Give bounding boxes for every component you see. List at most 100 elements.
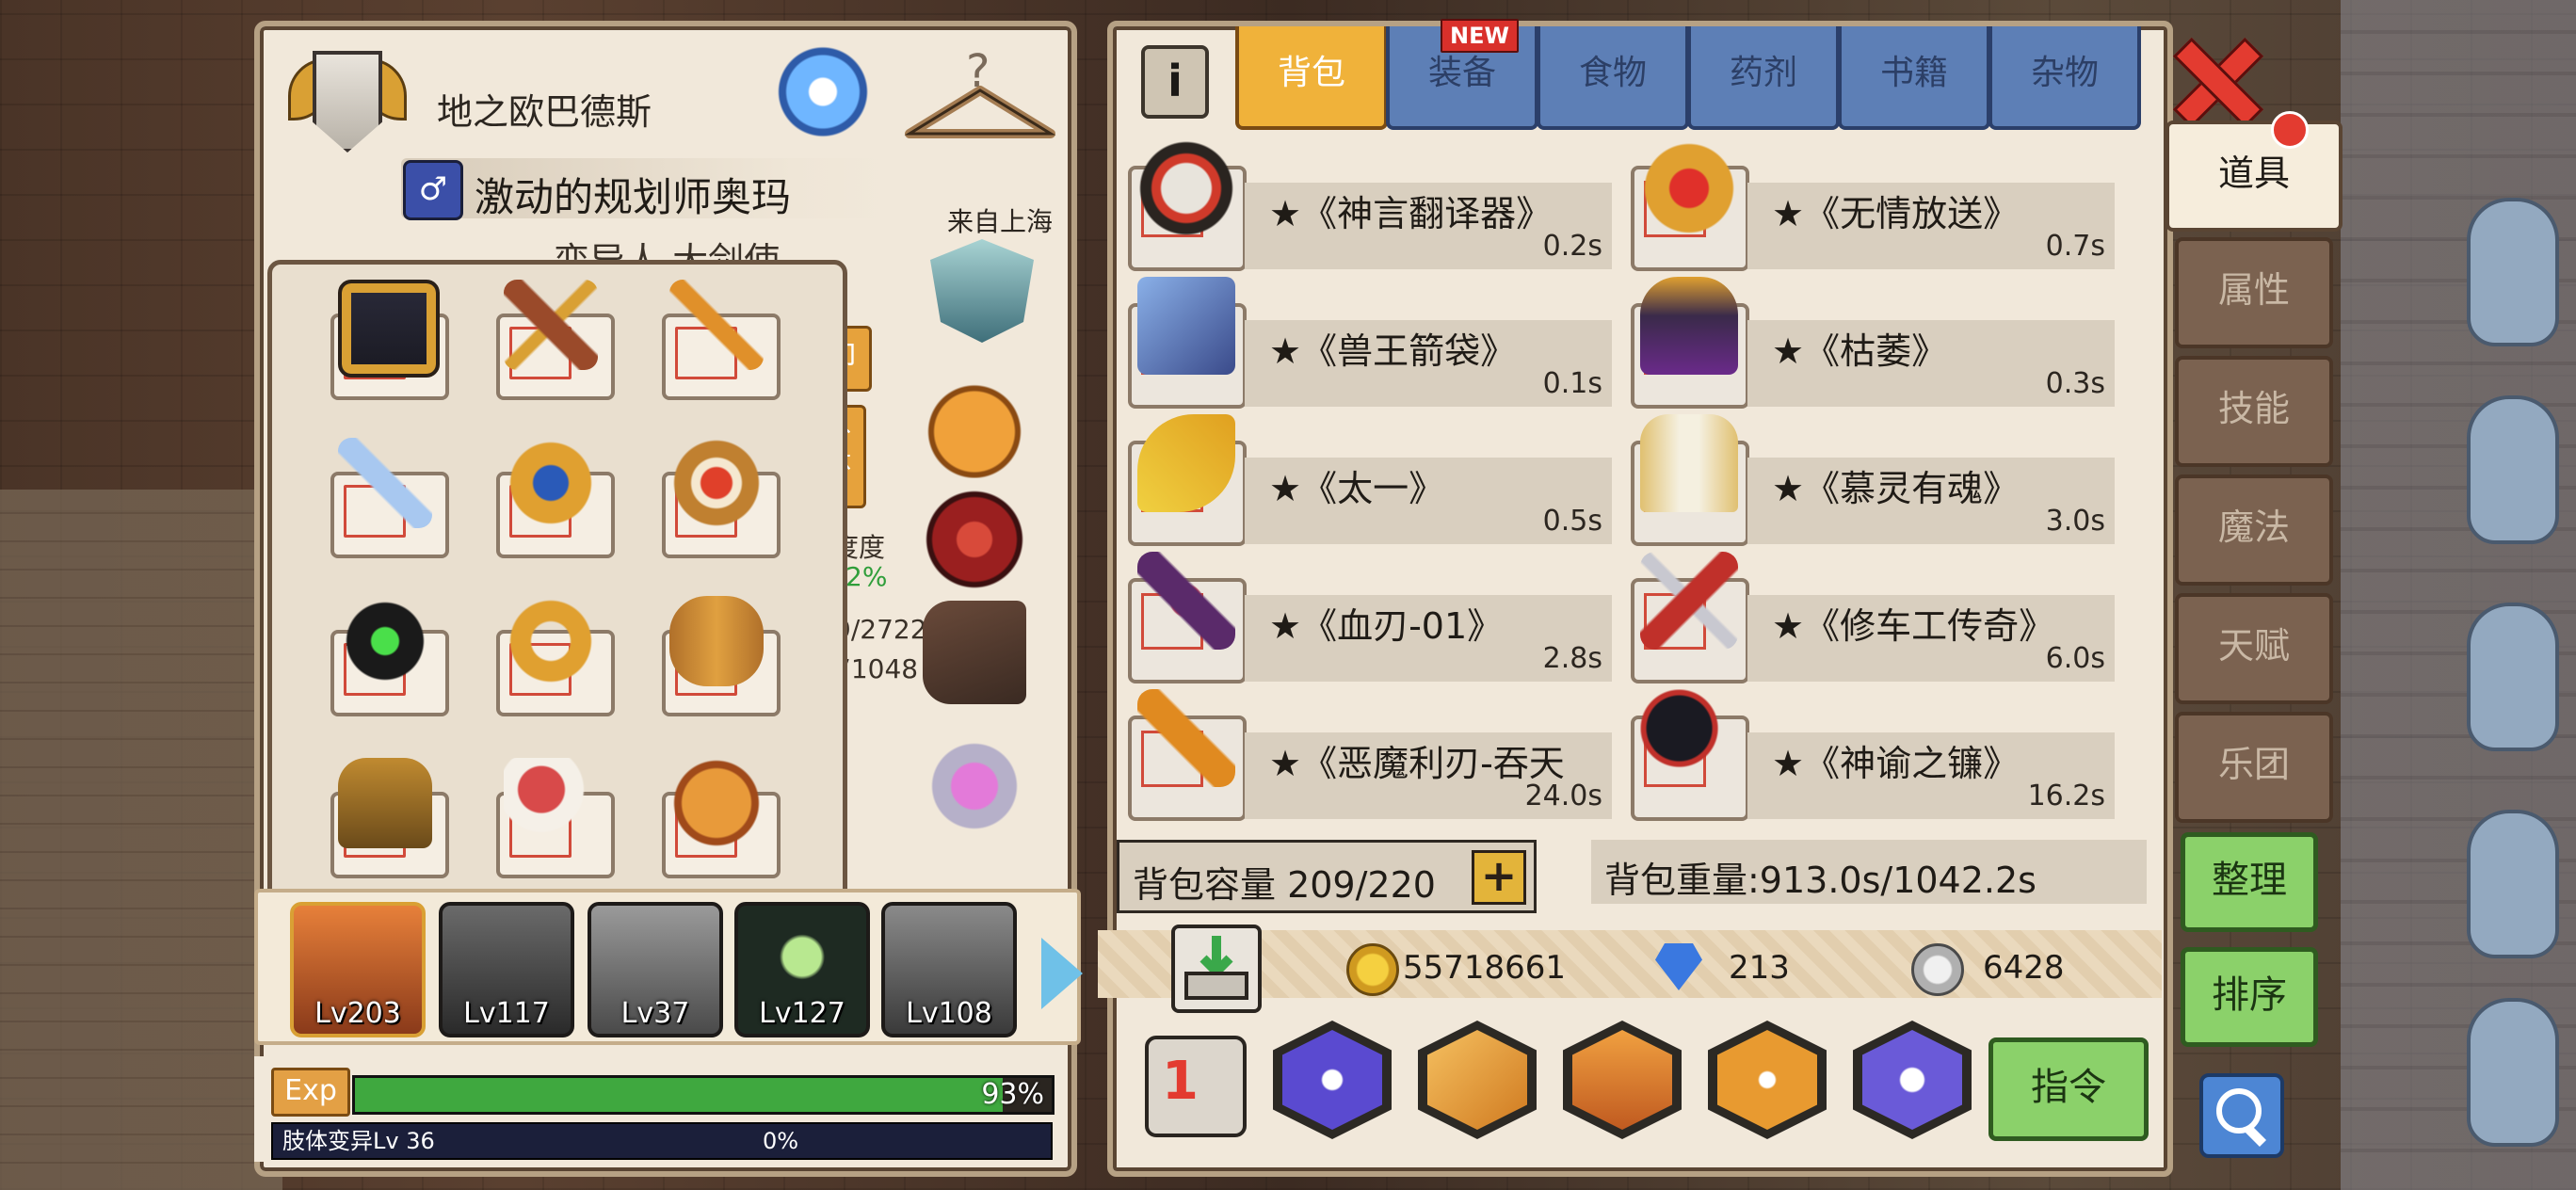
skill-set-selector[interactable]: 1 bbox=[1145, 1036, 1247, 1137]
new-badge: NEW bbox=[1441, 19, 1519, 53]
tab-books[interactable]: 书籍 bbox=[1838, 26, 1990, 130]
shield-gem-icon[interactable] bbox=[930, 239, 1034, 343]
inventory-item[interactable]: ★《无情放送》 0.7s bbox=[1631, 139, 2120, 277]
expand-bag-button[interactable]: + bbox=[1472, 850, 1526, 905]
equip-slot-beast-pet[interactable] bbox=[656, 758, 781, 878]
tab-backpack[interactable]: 背包 bbox=[1235, 26, 1388, 130]
equip-slot-gold-ring[interactable] bbox=[491, 596, 615, 716]
inventory-item[interactable]: ★《神谕之镰》 16.2s bbox=[1631, 689, 2120, 827]
pumpkin-icon[interactable] bbox=[923, 375, 1026, 478]
member-level: Lv108 bbox=[906, 997, 992, 1030]
inventory-item[interactable]: ★《兽王箭袋》 0.1s bbox=[1128, 277, 1618, 414]
silver-coin-icon bbox=[1911, 943, 1964, 996]
equip-slot-bronze-cuff[interactable] bbox=[656, 596, 781, 716]
menu-talents[interactable]: 天赋 bbox=[2175, 593, 2333, 704]
tree-decoration bbox=[2467, 198, 2559, 346]
item-weight: 0.7s bbox=[2045, 230, 2105, 263]
menu-items[interactable]: 道具 bbox=[2165, 121, 2343, 232]
boots-icon[interactable] bbox=[923, 601, 1026, 704]
exp-percent: 93% bbox=[981, 1078, 1044, 1111]
party-member-5[interactable]: Lv108 bbox=[881, 902, 1017, 1037]
skill-pillar-icon[interactable] bbox=[1563, 1021, 1682, 1139]
member-level: Lv37 bbox=[620, 997, 690, 1030]
search-icon[interactable] bbox=[2199, 1073, 2284, 1158]
item-weight: 0.1s bbox=[1542, 367, 1602, 400]
party-member-3[interactable]: Lv37 bbox=[588, 902, 723, 1037]
skill-orb-icon[interactable] bbox=[1853, 1021, 1972, 1139]
organize-button[interactable]: 整理 bbox=[2181, 832, 2318, 932]
item-list: ★《神言翻译器》 0.2s ★《无情放送》 0.7s ★《兽王箭袋》 0.1s … bbox=[1128, 139, 2145, 836]
bag-weight-box: 背包重量:913.0s/1042.2s bbox=[1591, 840, 2147, 904]
menu-attributes[interactable]: 属性 bbox=[2175, 237, 2333, 348]
item-name: ★《修车工传奇》 bbox=[1772, 605, 2055, 647]
player-title: 地之欧巴德斯 bbox=[437, 91, 652, 133]
red-armor-icon[interactable] bbox=[923, 488, 1026, 591]
heart-gem-icon[interactable] bbox=[923, 734, 1026, 838]
skill-shuriken-icon[interactable] bbox=[1708, 1021, 1827, 1139]
equip-slot-chain-helm[interactable] bbox=[325, 758, 449, 878]
inventory-item[interactable]: ★《太一》 0.5s bbox=[1128, 414, 1618, 552]
inventory-item[interactable]: ★《恶魔利刃-吞天 24.0s bbox=[1128, 689, 1618, 827]
menu-skills[interactable]: 技能 bbox=[2175, 356, 2333, 467]
tree-decoration bbox=[2467, 395, 2559, 544]
party-member-2[interactable]: Lv117 bbox=[439, 902, 574, 1037]
bag-weight: 背包重量:913.0s/1042.2s bbox=[1604, 860, 2037, 901]
storage-box-icon[interactable] bbox=[1171, 925, 1262, 1013]
notification-dot bbox=[2271, 111, 2309, 149]
inventory-item[interactable]: ★《修车工传奇》 6.0s bbox=[1631, 552, 2120, 689]
item-name: ★《神言翻译器》 bbox=[1269, 193, 1553, 234]
next-party-arrow-icon[interactable] bbox=[1041, 938, 1083, 1009]
equip-slot-chest-armor[interactable] bbox=[325, 280, 449, 400]
equip-slot-spear[interactable] bbox=[656, 280, 781, 400]
inventory-item[interactable]: ★《枯萎》 0.3s bbox=[1631, 277, 2120, 414]
inventory-item[interactable]: ★《慕灵有魂》 3.0s bbox=[1631, 414, 2120, 552]
gold-coin-icon bbox=[1346, 943, 1399, 996]
menu-band[interactable]: 乐团 bbox=[2175, 712, 2333, 823]
close-icon[interactable] bbox=[2171, 38, 2256, 122]
equip-slot-ice-axe[interactable] bbox=[325, 438, 449, 558]
member-level: Lv127 bbox=[759, 997, 845, 1030]
item-weight: 0.2s bbox=[1542, 230, 1602, 263]
tab-food[interactable]: 食物 bbox=[1537, 26, 1689, 130]
item-name: ★《恶魔利刃-吞天 bbox=[1269, 743, 1565, 784]
info-button[interactable]: i bbox=[1141, 45, 1209, 119]
item-weight: 24.0s bbox=[1524, 780, 1602, 812]
inventory-item[interactable]: ★《神言翻译器》 0.2s bbox=[1128, 139, 1618, 277]
equip-slot-sapphire-ring[interactable] bbox=[491, 438, 615, 558]
origin-label: 来自上海 bbox=[947, 206, 1054, 237]
exp-bar-fill bbox=[355, 1078, 1004, 1112]
item-weight: 0.5s bbox=[1542, 505, 1602, 538]
sort-button[interactable]: 排序 bbox=[2181, 947, 2318, 1047]
mutation-bar: 肢体变异Lv 36 0% bbox=[271, 1122, 1053, 1160]
stat-percent: 2% bbox=[845, 561, 888, 592]
item-name: ★《兽王箭袋》 bbox=[1269, 330, 1517, 372]
skill-slash-icon[interactable] bbox=[1418, 1021, 1537, 1139]
crystal-orb-icon[interactable] bbox=[776, 45, 870, 149]
inventory-panel: i 背包 装备 食物 药剂 书籍 杂物 NEW ★《神言翻译器》 0.2s ★《… bbox=[1107, 19, 2173, 1177]
equip-slot-emerald-band[interactable] bbox=[325, 596, 449, 716]
item-weight: 3.0s bbox=[2045, 505, 2105, 538]
tree-decoration bbox=[2467, 998, 2559, 1147]
diamond-icon bbox=[1655, 943, 1702, 990]
skill-set-number: 1 bbox=[1162, 1051, 1199, 1112]
item-weight: 0.3s bbox=[2045, 367, 2105, 400]
tab-potions[interactable]: 药剂 bbox=[1687, 26, 1840, 130]
skill-bar: 1 指令 bbox=[1145, 1015, 2162, 1147]
party-member-1[interactable]: Lv203 bbox=[290, 902, 426, 1037]
command-button[interactable]: 指令 bbox=[1988, 1037, 2149, 1141]
item-name: ★《太一》 bbox=[1269, 468, 1445, 509]
background-floor bbox=[0, 490, 282, 1190]
inventory-item[interactable]: ★《血刃-01》 2.8s bbox=[1128, 552, 1618, 689]
item-weight: 16.2s bbox=[2027, 780, 2105, 812]
party-member-4[interactable]: Lv127 bbox=[734, 902, 870, 1037]
equip-slot-crossbow[interactable] bbox=[491, 280, 615, 400]
hanger-icon[interactable]: ? bbox=[900, 47, 1060, 151]
tab-misc[interactable]: 杂物 bbox=[1988, 26, 2141, 130]
menu-magic[interactable]: 魔法 bbox=[2175, 474, 2333, 586]
item-name: ★《神谕之镰》 bbox=[1772, 743, 2020, 784]
male-icon: ♂ bbox=[403, 160, 463, 220]
mutation-percent: 0% bbox=[763, 1128, 799, 1154]
equip-slot-flower-gloves[interactable] bbox=[491, 758, 615, 878]
skill-vortex-icon[interactable] bbox=[1273, 1021, 1392, 1139]
equip-slot-ruby-bracer[interactable] bbox=[656, 438, 781, 558]
